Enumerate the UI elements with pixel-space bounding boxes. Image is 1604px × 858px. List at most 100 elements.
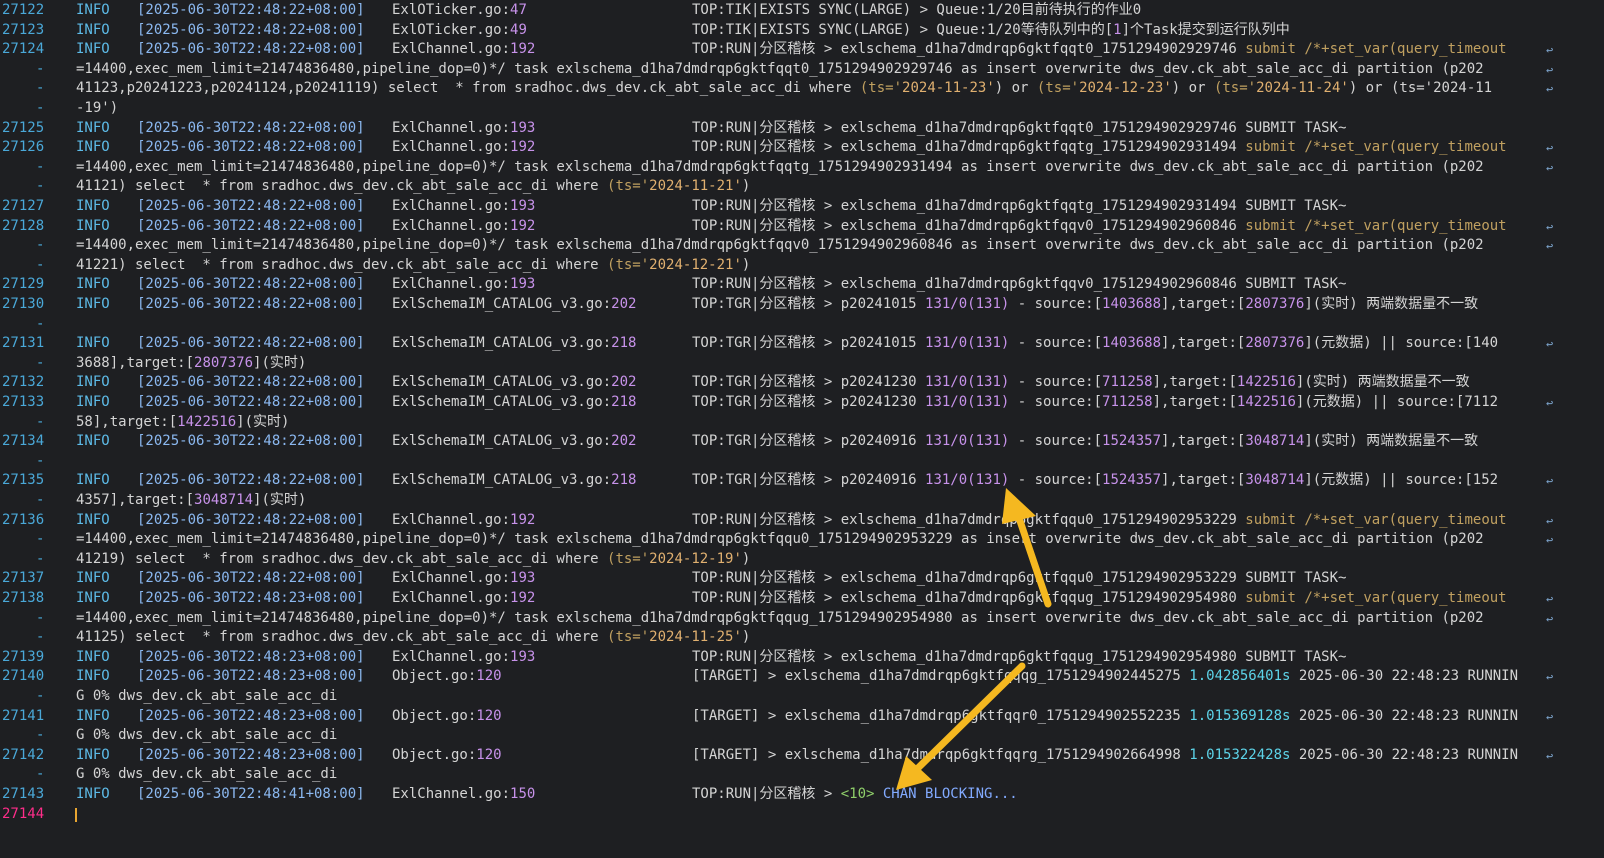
log-timestamp: [2025-06-30T22:48:22+08:00]: [137, 570, 365, 587]
log-source[interactable]: ExlChannel.go:150: [392, 785, 535, 805]
log-source[interactable]: ExlSchemaIM_CATALOG_v3.go:218: [392, 334, 636, 354]
log-source[interactable]: ExlChannel.go:192: [392, 217, 535, 237]
log-source[interactable]: ExlChannel.go:192: [392, 138, 535, 158]
log-level: INFO: [76, 707, 110, 724]
log-message[interactable]: TOP:TGR|分区稽核 > p20240916 131/0(131) - so…: [692, 471, 1558, 491]
log-continuation-text[interactable]: G 0% dws_dev.ck_abt_sale_acc_di: [76, 687, 1596, 707]
log-line-continuation: - G 0% dws_dev.ck_abt_sale_acc_di: [0, 687, 1604, 707]
log-message[interactable]: [TARGET] > exlschema_d1ha7dmdrqp6gktfqqr…: [692, 746, 1558, 766]
wrap-continuation-icon: ↩: [1546, 474, 1554, 489]
log-message[interactable]: TOP:RUN|分区稽核 > exlschema_d1ha7dmdrqp6gkt…: [692, 138, 1558, 158]
log-level: INFO: [76, 335, 110, 352]
log-continuation-text[interactable]: 41125) select * from sradhoc.dws_dev.ck_…: [76, 628, 1596, 648]
log-source[interactable]: ExlOTicker.go:47: [392, 1, 527, 21]
log-message[interactable]: TOP:TGR|分区稽核 > p20240916 131/0(131) - so…: [692, 432, 1558, 452]
line-number: 27128: [2, 217, 45, 234]
log-line-continuation: -: [0, 315, 1604, 335]
log-level: INFO: [76, 668, 110, 685]
log-message[interactable]: TOP:TGR|分区稽核 > p20241230 131/0(131) - so…: [692, 373, 1558, 393]
log-continuation-text[interactable]: 4357],target:[3048714](实时): [76, 491, 1596, 511]
log-line-continuation: - 4357],target:[3048714](实时): [0, 491, 1604, 511]
log-continuation-text[interactable]: =14400,exec_mem_limit=21474836480,pipeli…: [76, 158, 1596, 178]
log-timestamp: [2025-06-30T22:48:23+08:00]: [137, 668, 365, 685]
log-message[interactable]: TOP:RUN|分区稽核 > exlschema_d1ha7dmdrqp6gkt…: [692, 119, 1558, 139]
log-continuation-text[interactable]: G 0% dws_dev.ck_abt_sale_acc_di: [76, 726, 1596, 746]
log-message[interactable]: TOP:RUN|分区稽核 > exlschema_d1ha7dmdrqp6gkt…: [692, 511, 1558, 531]
log-source[interactable]: Object.go:120: [392, 707, 502, 727]
log-continuation-text[interactable]: =14400,exec_mem_limit=21474836480,pipeli…: [76, 609, 1596, 629]
log-message[interactable]: TOP:RUN|分区稽核 > <10> CHAN BLOCKING...: [692, 785, 1558, 805]
log-source[interactable]: ExlChannel.go:192: [392, 40, 535, 60]
log-line-continuation: - -19'): [0, 99, 1604, 119]
log-line: 27137 INFO [2025-06-30T22:48:22+08:00] ExlC…: [0, 569, 1604, 589]
wrap-continuation-icon: ↩: [1546, 709, 1554, 724]
log-line: 27130 INFO [2025-06-30T22:48:22+08:00] ExlS…: [0, 295, 1604, 315]
log-timestamp: [2025-06-30T22:48:23+08:00]: [137, 707, 365, 724]
log-timestamp: [2025-06-30T22:48:22+08:00]: [137, 217, 365, 234]
log-source[interactable]: ExlSchemaIM_CATALOG_v3.go:202: [392, 295, 636, 315]
line-number: 27130: [2, 296, 45, 312]
wrap-marker: -: [36, 158, 45, 175]
wrap-marker: -: [36, 60, 45, 77]
log-line-continuation: - =14400,exec_mem_limit=21474836480,pipel…: [0, 158, 1604, 178]
log-message[interactable]: TOP:RUN|分区稽核 > exlschema_d1ha7dmdrqp6gkt…: [692, 197, 1558, 217]
log-message[interactable]: TOP:TIK|EXISTS SYNC(LARGE) > Queue:1/20目…: [692, 1, 1558, 21]
log-source[interactable]: Object.go:120: [392, 746, 502, 766]
wrap-continuation-icon: ↩: [1546, 670, 1554, 685]
log-source[interactable]: ExlChannel.go:193: [392, 569, 535, 589]
terminal-window[interactable]: 27122 INFO [2025-06-30T22:48:22+08:00] ExlO…: [0, 0, 1604, 858]
log-source[interactable]: ExlChannel.go:193: [392, 648, 535, 668]
log-continuation-text[interactable]: 41121) select * from sradhoc.dws_dev.ck_…: [76, 177, 1596, 197]
log-message[interactable]: TOP:RUN|分区稽核 > exlschema_d1ha7dmdrqp6gkt…: [692, 40, 1558, 60]
log-source[interactable]: ExlSchemaIM_CATALOG_v3.go:218: [392, 471, 636, 491]
log-continuation-text[interactable]: -19'): [76, 99, 1596, 119]
log-message[interactable]: TOP:RUN|分区稽核 > exlschema_d1ha7dmdrqp6gkt…: [692, 648, 1558, 668]
wrap-marker: -: [36, 315, 45, 332]
text-cursor[interactable]: [75, 807, 77, 822]
log-timestamp: [2025-06-30T22:48:22+08:00]: [137, 21, 365, 38]
log-continuation-text[interactable]: =14400,exec_mem_limit=21474836480,pipeli…: [76, 236, 1596, 256]
log-timestamp: [2025-06-30T22:48:22+08:00]: [137, 374, 365, 391]
log-message[interactable]: TOP:TGR|分区稽核 > p20241015 131/0(131) - so…: [692, 295, 1558, 315]
log-source[interactable]: ExlOTicker.go:49: [392, 21, 527, 41]
log-message[interactable]: [TARGET] > exlschema_d1ha7dmdrqp6gktfqqq…: [692, 667, 1558, 687]
log-message[interactable]: TOP:RUN|分区稽核 > exlschema_d1ha7dmdrqp6gkt…: [692, 275, 1558, 295]
log-message[interactable]: TOP:RUN|分区稽核 > exlschema_d1ha7dmdrqp6gkt…: [692, 217, 1558, 237]
log-message[interactable]: [TARGET] > exlschema_d1ha7dmdrqp6gktfqqr…: [692, 707, 1558, 727]
line-number: 27135: [2, 472, 45, 489]
log-message[interactable]: TOP:TGR|分区稽核 > p20241230 131/0(131) - so…: [692, 393, 1558, 413]
log-source[interactable]: ExlChannel.go:192: [392, 511, 535, 531]
log-continuation-text[interactable]: G 0% dws_dev.ck_abt_sale_acc_di: [76, 765, 1596, 785]
log-source[interactable]: Object.go:120: [392, 667, 502, 687]
log-source[interactable]: ExlChannel.go:192: [392, 589, 535, 609]
log-continuation-text[interactable]: =14400,exec_mem_limit=21474836480,pipeli…: [76, 60, 1596, 80]
log-line-continuation: - 58],target:[1422516](实时): [0, 413, 1604, 433]
line-number: 27129: [2, 276, 45, 293]
log-source[interactable]: ExlChannel.go:193: [392, 197, 535, 217]
log-message[interactable]: TOP:RUN|分区稽核 > exlschema_d1ha7dmdrqp6gkt…: [692, 569, 1558, 589]
line-number: 27123: [2, 21, 45, 38]
log-message[interactable]: TOP:TIK|EXISTS SYNC(LARGE) > Queue:1/20等…: [692, 21, 1558, 41]
log-source[interactable]: ExlSchemaIM_CATALOG_v3.go:202: [392, 432, 636, 452]
log-source[interactable]: ExlChannel.go:193: [392, 119, 535, 139]
log-continuation-text[interactable]: 58],target:[1422516](实时): [76, 413, 1596, 433]
log-message[interactable]: TOP:TGR|分区稽核 > p20241015 131/0(131) - so…: [692, 334, 1558, 354]
log-continuation-text[interactable]: 41219) select * from sradhoc.dws_dev.ck_…: [76, 550, 1596, 570]
log-line-continuation: - =14400,exec_mem_limit=21474836480,pipel…: [0, 60, 1604, 80]
log-line-continuation: - =14400,exec_mem_limit=21474836480,pipel…: [0, 609, 1604, 629]
log-source[interactable]: ExlSchemaIM_CATALOG_v3.go:202: [392, 373, 636, 393]
log-continuation-text[interactable]: 3688],target:[2807376](实时): [76, 354, 1596, 374]
log-continuation-text[interactable]: =14400,exec_mem_limit=21474836480,pipeli…: [76, 530, 1596, 550]
wrap-continuation-icon: ↩: [1546, 160, 1554, 175]
log-continuation-text[interactable]: 41221) select * from sradhoc.dws_dev.ck_…: [76, 256, 1596, 276]
line-number: 27142: [2, 746, 45, 763]
log-level: INFO: [76, 119, 110, 136]
log-source[interactable]: ExlSchemaIM_CATALOG_v3.go:218: [392, 393, 636, 413]
log-source[interactable]: ExlChannel.go:193: [392, 275, 535, 295]
log-line-continuation: - 41221) select * from sradhoc.dws_dev.ck…: [0, 256, 1604, 276]
wrap-marker: -: [36, 354, 45, 371]
log-continuation-text[interactable]: 41123,p20241223,p20241124,p20241119) sel…: [76, 79, 1596, 99]
wrap-marker: -: [36, 492, 45, 508]
log-message[interactable]: TOP:RUN|分区稽核 > exlschema_d1ha7dmdrqp6gkt…: [692, 589, 1558, 609]
wrap-continuation-icon: ↩: [1546, 239, 1554, 254]
